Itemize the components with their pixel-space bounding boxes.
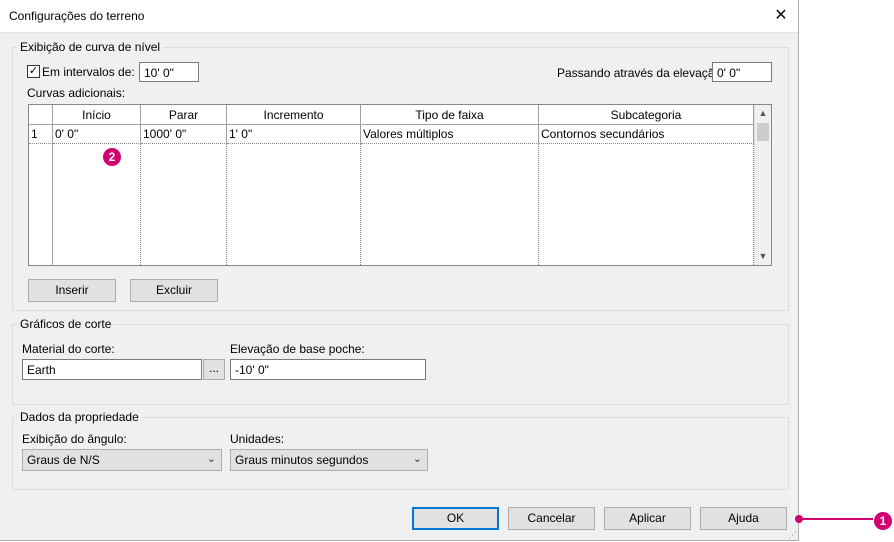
property-data-legend: Dados da propriedade	[17, 410, 142, 424]
row-header-column	[29, 125, 53, 265]
row-number[interactable]: 1	[29, 125, 53, 144]
scroll-up-icon[interactable]: ▲	[755, 105, 771, 122]
callout-dot	[795, 515, 803, 523]
resize-grip-icon[interactable]: ⋰	[788, 530, 797, 541]
title-bar: Configurações do terreno ✕	[0, 0, 798, 33]
base-elevation-label: Elevação de base poche:	[230, 342, 365, 356]
close-icon[interactable]: ✕	[764, 2, 798, 30]
apply-button[interactable]: Aplicar	[604, 507, 691, 530]
empty-column-stop	[141, 144, 227, 265]
cell-start[interactable]: 0' 0"	[53, 125, 141, 144]
cell-stop[interactable]: 1000' 0"	[141, 125, 227, 144]
callout-badge-2: 2	[103, 148, 121, 166]
table-scrollbar[interactable]: ▲ ▼	[754, 105, 771, 265]
material-browse-button[interactable]: ...	[203, 359, 225, 380]
empty-column-increment	[227, 144, 361, 265]
material-input[interactable]: Earth	[22, 359, 202, 380]
angle-display-select[interactable]: Graus de N/S ⌄	[22, 449, 222, 471]
delete-button[interactable]: Excluir	[130, 279, 218, 302]
additional-contours-label: Curvas adicionais:	[27, 86, 126, 100]
column-header-stop[interactable]: Parar	[141, 105, 227, 125]
column-header-increment[interactable]: Incremento	[227, 105, 361, 125]
interval-label: Em intervalos de:	[42, 65, 135, 79]
column-header-subcategory[interactable]: Subcategoria	[539, 105, 754, 125]
cancel-button[interactable]: Cancelar	[508, 507, 595, 530]
help-button[interactable]: Ajuda	[700, 507, 787, 530]
contour-display-legend: Exibição de curva de nível	[17, 40, 164, 54]
empty-column-subcategory	[539, 144, 754, 265]
cell-increment[interactable]: 1' 0"	[227, 125, 361, 144]
angle-display-value: Graus de N/S	[27, 453, 100, 467]
site-settings-dialog: Configurações do terreno ✕ Exibição de c…	[0, 0, 799, 541]
dialog-title: Configurações do terreno	[9, 9, 145, 23]
base-elevation-input[interactable]: -10' 0"	[230, 359, 426, 380]
section-graphics-legend: Gráficos de corte	[17, 317, 115, 331]
passing-elevation-label: Passando através da elevação:	[557, 66, 725, 80]
scroll-down-icon[interactable]: ▼	[755, 248, 771, 265]
scroll-thumb[interactable]	[757, 123, 769, 141]
column-header-start[interactable]: Início	[53, 105, 141, 125]
interval-input[interactable]: 10' 0"	[139, 62, 199, 82]
units-value: Graus minutos segundos	[235, 453, 369, 467]
empty-column-range-type	[361, 144, 539, 265]
callout-badge-1: 1	[874, 512, 892, 530]
chevron-down-icon: ⌄	[206, 453, 216, 465]
passing-elevation-input[interactable]: 0' 0"	[712, 62, 772, 82]
units-label: Unidades:	[230, 432, 285, 446]
chevron-down-icon: ⌄	[412, 453, 422, 465]
insert-button[interactable]: Inserir	[28, 279, 116, 302]
empty-column-start	[53, 144, 141, 265]
material-label: Material do corte:	[22, 342, 115, 356]
table-corner-header	[29, 105, 53, 125]
callout-line	[799, 518, 873, 520]
ok-button[interactable]: OK	[412, 507, 499, 530]
interval-checkbox[interactable]: ✓	[27, 65, 40, 78]
cell-subcategory[interactable]: Contornos secundários	[539, 125, 754, 144]
additional-contours-table: Início Parar Incremento Tipo de faixa Su…	[28, 104, 772, 266]
angle-display-label: Exibição do ângulo:	[22, 432, 127, 446]
cell-range-type[interactable]: Valores múltiplos	[361, 125, 539, 144]
column-header-range-type[interactable]: Tipo de faixa	[361, 105, 539, 125]
units-select[interactable]: Graus minutos segundos ⌄	[230, 449, 428, 471]
